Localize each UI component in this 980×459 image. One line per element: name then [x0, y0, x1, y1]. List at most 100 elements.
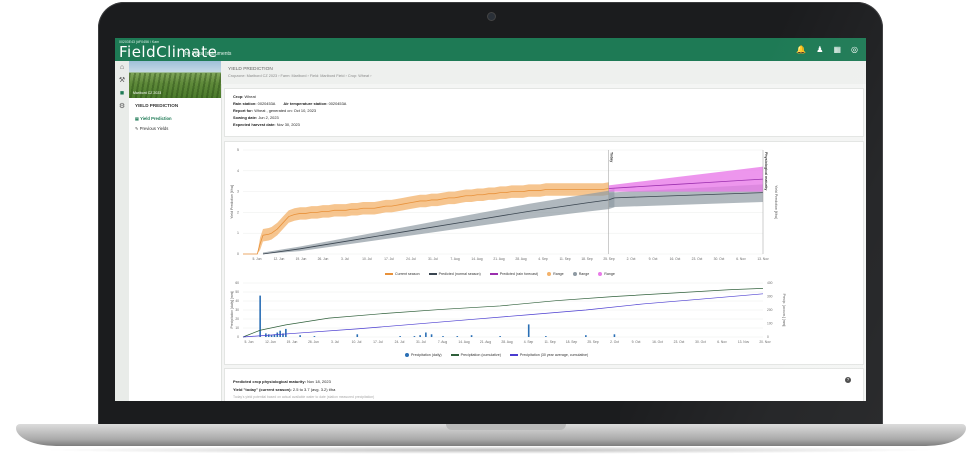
precip-line-1 [242, 293, 764, 338]
y-tick-label: 20 [235, 317, 239, 321]
x-tick-label: 6. Nov [717, 340, 727, 344]
left-nav: ⌂ ⚒ ■ ⚙ [115, 61, 130, 401]
legend-item[interactable]: Precipitation (30 year average, cumulati… [509, 353, 588, 357]
field-label: Maribord CZ 2023 [133, 91, 162, 95]
chart-icon[interactable]: ■ [115, 87, 129, 100]
y-axis-label: Precipitation [daily] [mm] [230, 291, 234, 328]
sidebar-item-yield-prediction[interactable]: ▤ Yield Prediction [135, 116, 172, 121]
y-tick-label-right: 100 [767, 322, 773, 326]
tools-icon[interactable]: ⚒ [115, 74, 129, 87]
y-tick-label: 0 [237, 252, 239, 256]
x-tick-label: 12. Jun [265, 340, 276, 344]
legend-item[interactable]: Predicted (normal season) [428, 272, 481, 277]
legend-label: Precipitation (daily) [411, 353, 442, 357]
precip-bar [470, 335, 473, 337]
x-tick-label: 10. Jul [362, 257, 372, 261]
settings-icon[interactable]: ⚙ [115, 100, 129, 113]
y-tick-label: 10 [235, 326, 239, 330]
today-label: Today [610, 152, 614, 162]
sowing-label: Sowing date: [233, 115, 258, 120]
y-tick-label: 0 [237, 335, 239, 339]
legend-item[interactable]: Range [598, 272, 615, 277]
x-tick-label: 3. Jul [341, 257, 349, 261]
home-icon[interactable]: ⌂ [115, 61, 129, 74]
sowing-value: Jun 2, 2023 [258, 115, 279, 120]
precip-bar [613, 334, 616, 337]
precip-bar [499, 336, 501, 337]
legend-item[interactable]: Precipitation (daily) [405, 353, 442, 358]
charts-card: 0 1 2 3 4 5 5. Jun 12. Jun 19. Jun 26. Jun 3. Jul 1… [224, 141, 864, 365]
report-value: Wheat , generated on: Oct 10, 2023 [254, 108, 317, 113]
x-tick-label: 31. Jul [416, 340, 426, 344]
signal-icon[interactable]: ◎ [851, 45, 858, 54]
laptop-shadow [40, 446, 940, 454]
x-tick-label: 3. Jul [331, 340, 339, 344]
x-tick-label: 10. Jul [352, 340, 362, 344]
page-title: YIELD PREDICTION [228, 67, 273, 72]
x-tick-label: 28. Aug [515, 257, 526, 261]
y-tick-label: 60 [235, 281, 239, 285]
x-tick-label: 30. Oct [695, 340, 706, 344]
x-tick-label: 25. Sep [587, 340, 599, 344]
report-label: Report for: [233, 108, 254, 113]
help-icon[interactable]: ? [845, 377, 851, 383]
y-tick-label: 30 [235, 308, 239, 312]
legend-label: Precipitation (cumulative) [460, 353, 501, 358]
x-tick-label: 13. Nov [757, 257, 769, 261]
x-tick-label: 28. Aug [501, 340, 512, 344]
x-tick-label: 18. Sep [566, 340, 578, 344]
precip-bar [456, 336, 459, 337]
x-tick-label: 14. Aug [471, 257, 482, 261]
yield-legend: Current season Predicted (normal season)… [385, 272, 615, 277]
precip-legend: Precipitation (daily) Precipitation (cum… [405, 353, 588, 358]
summary-card: Predicted crop physiological maturity: N… [224, 368, 864, 401]
precip-bar [267, 334, 270, 337]
legend-label: Range [604, 272, 615, 276]
sidebar-item-label: Yield Prediction [140, 116, 172, 121]
laptop-base [16, 424, 966, 446]
screen: 00203E43 (#F0456 / Kam FieldClimate by P… [115, 38, 866, 401]
legend-label: Predicted (normal season) [438, 272, 481, 277]
maturity-label: Predicted crop physiological maturity: [233, 379, 306, 384]
bell-icon[interactable]: 🔔 [796, 45, 806, 54]
x-tick-label: 16. Oct [652, 340, 663, 344]
y-axis-label: Yield Prediction [t/ha] [230, 185, 234, 219]
legend-label: Predicted (rain forecast) [499, 272, 539, 277]
x-tick-label: 31. Jul [428, 257, 438, 261]
stations-icon[interactable]: ▦ [833, 45, 841, 54]
y-tick-label: 3 [237, 190, 239, 194]
maturity-label: Physiological maturity [764, 152, 768, 190]
x-tick-label: 20. Nov [759, 340, 771, 344]
precip-bar [425, 332, 427, 337]
legend-item[interactable]: Current season [385, 272, 420, 276]
breadcrumb: YIELD PREDICTION Cropzone: Maribord CZ 2… [221, 61, 866, 84]
x-tick-label: 24. Jul [395, 340, 405, 344]
legend-item[interactable]: Precipitation (cumulative) [450, 353, 501, 358]
precip-bar [419, 335, 421, 337]
precip-bar [356, 334, 359, 337]
x-tick-label: 4. Sep [538, 257, 548, 261]
y-axis-label-right: Precip. [accum.] [mm] [782, 294, 786, 327]
precip-bar [442, 336, 444, 337]
legend-item[interactable]: Range [572, 272, 590, 277]
legend-item[interactable]: Predicted (rain forecast) [489, 272, 539, 277]
main-content: YIELD PREDICTION Cropzone: Maribord CZ 2… [221, 61, 866, 401]
harvest-label: Expected harvest date: [233, 122, 276, 127]
x-tick-label: 12. Jun [274, 257, 285, 261]
legend-label: Range [578, 272, 590, 276]
breadcrumb-path[interactable]: Cropzone: Maribord CZ 2023 › Farm: Marib… [228, 74, 371, 78]
precip-bar [585, 335, 587, 337]
rain-station-label: Rain station: [233, 101, 257, 106]
x-tick-label: 16. Oct [670, 257, 681, 261]
y-tick-label-right: 400 [767, 281, 773, 285]
user-icon[interactable]: ♟ [816, 45, 823, 54]
sidebar-section-title: YIELD PREDICTION [135, 103, 179, 108]
app-logo-subtitle: by Pessl Instruments [185, 51, 232, 57]
x-tick-label: 7. Aug [438, 340, 448, 344]
sidebar-item-previous-yields[interactable]: ✎ Previous Yields [135, 126, 168, 131]
harvest-value: Nov 30, 2023 [276, 122, 300, 127]
precip-bar [279, 330, 281, 337]
legend-item[interactable]: Range [547, 272, 564, 277]
precip-bar [430, 334, 433, 337]
x-tick-label: 21. Aug [480, 340, 491, 344]
